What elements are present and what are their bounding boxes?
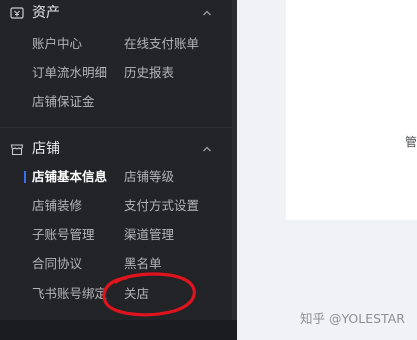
sidebar: 资产 账户中心 在线支付账单 订单流水明细 历史报表 店铺保证金 店铺 店铺基本… [0,0,232,320]
chevron-up-icon[interactable] [200,142,214,156]
content-card [286,0,417,220]
chevron-up-icon[interactable] [200,6,214,20]
sidebar-item-feishu-account-binding[interactable]: 飞书账号绑定 [32,285,107,303]
sidebar-item-sub-account-management[interactable]: 子账号管理 [32,226,95,244]
group-header-assets[interactable]: 资产 [0,0,232,28]
sidebar-footer [0,320,237,340]
sidebar-item-blacklist[interactable]: 黑名单 [124,255,162,273]
group-title-assets: 资产 [32,5,60,21]
sidebar-item-channel-management[interactable]: 渠道管理 [124,226,174,244]
sidebar-item-store-level[interactable]: 店铺等级 [124,168,174,186]
sidebar-item-online-payment-bills[interactable]: 在线支付账单 [124,35,199,53]
watermark: 知乎 @YOLESTAR [300,311,405,326]
sidebar-item-contract-agreement[interactable]: 合同协议 [32,255,82,273]
sidebar-item-history-reports[interactable]: 历史报表 [124,64,174,82]
group-title-store: 店铺 [32,141,60,157]
truncated-content-text: 管 [405,135,417,149]
sidebar-item-store-deposit[interactable]: 店铺保证金 [32,93,95,111]
sidebar-item-payment-method-settings[interactable]: 支付方式设置 [124,197,199,215]
sidebar-item-store-decoration[interactable]: 店铺装修 [32,197,82,215]
group-header-store[interactable]: 店铺 [0,136,232,164]
group-divider [0,127,232,128]
sidebar-item-account-center[interactable]: 账户中心 [32,35,82,53]
sidebar-item-close-store[interactable]: 关店 [124,285,149,303]
sidebar-item-order-flow-details[interactable]: 订单流水明细 [32,64,107,82]
active-item-indicator [24,171,26,183]
store-icon [10,144,24,156]
sidebar-item-store-basic-info[interactable]: 店铺基本信息 [32,168,107,186]
wallet-icon [10,7,24,19]
